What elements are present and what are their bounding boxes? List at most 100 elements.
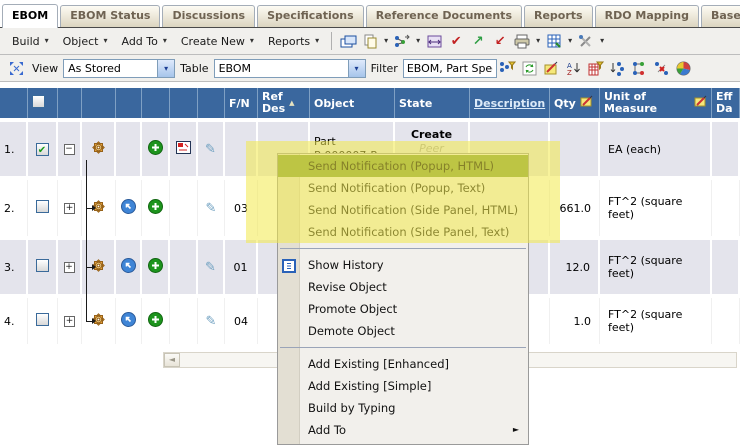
header-select-all — [28, 88, 58, 118]
row-number: 1. — [0, 122, 28, 176]
filter-structure-icon[interactable] — [498, 59, 518, 78]
structure-tree-icon[interactable] — [630, 59, 650, 78]
refresh-icon[interactable] — [520, 59, 540, 78]
tab-specifications[interactable]: Specifications — [257, 5, 364, 27]
tab-discussions[interactable]: Discussions — [162, 5, 255, 27]
fn-cell: 01 — [225, 240, 258, 294]
chevron-down-icon[interactable]: ▾ — [597, 37, 607, 45]
menu-item-revise-object[interactable]: Revise Object — [278, 276, 528, 298]
edit-table-icon[interactable] — [542, 59, 562, 78]
build-menu-button[interactable]: Build ▾ — [5, 33, 56, 50]
menu-item-add-existing-simple[interactable]: Add Existing [Simple] — [278, 375, 528, 397]
header-qty-label: Qty — [554, 97, 576, 110]
row-number: 2. — [0, 180, 28, 236]
menu-item-build-by-typing[interactable]: Build by Typing — [278, 397, 528, 419]
submenu-arrow-icon: ► — [513, 419, 519, 441]
where-used-icon[interactable] — [176, 144, 191, 157]
edit-quill-icon[interactable]: ✎ — [205, 260, 216, 275]
row-checkbox[interactable] — [36, 259, 49, 272]
table-select[interactable]: EBOM ▾ — [214, 59, 366, 78]
assembly-gear-icon[interactable] — [90, 146, 107, 159]
header-eff-line2: Da — [716, 103, 735, 115]
tools-icon[interactable] — [576, 32, 596, 51]
row-number: 3. — [0, 240, 28, 294]
assembly-gear-icon[interactable] — [90, 205, 107, 218]
expand-toggle[interactable]: + — [64, 203, 75, 214]
new-window-icon[interactable] — [338, 32, 358, 51]
remove-filter-icon[interactable] — [586, 59, 606, 78]
expand-toggle[interactable]: + — [64, 262, 75, 273]
add-child-icon[interactable] — [148, 204, 163, 217]
tab-reports[interactable]: Reports — [524, 5, 593, 27]
menu-item-promote-object[interactable]: Promote Object — [278, 298, 528, 320]
chevron-down-icon[interactable]: ▾ — [565, 37, 575, 45]
row-checkbox[interactable] — [36, 313, 49, 326]
assembly-gear-icon[interactable] — [90, 264, 107, 277]
edit-column-icon[interactable] — [580, 95, 593, 111]
chevron-down-icon: ▾ — [250, 37, 254, 45]
copy-icon[interactable] — [360, 32, 380, 51]
pie-chart-icon[interactable] — [674, 59, 694, 78]
edit-quill-icon[interactable]: ✎ — [206, 314, 217, 329]
menu-item-label: Add To — [308, 423, 346, 437]
tab-ebom[interactable]: EBOM — [2, 4, 58, 28]
header-description-link[interactable]: Description — [474, 97, 545, 110]
tab-ebom-status[interactable]: EBOM Status — [60, 5, 160, 27]
promote-arrow-icon[interactable]: ↗ — [468, 32, 488, 51]
action-toolbar: Build ▾ Object ▾ Add To ▾ Create New ▾ R… — [0, 28, 740, 55]
header-description[interactable]: Description — [470, 88, 550, 118]
menu-item-send-notification-sidepanel-html[interactable]: Send Notification (Side Panel, HTML) — [278, 199, 528, 221]
menu-item-add-existing-enhanced[interactable]: Add Existing [Enhanced] — [278, 353, 528, 375]
add-to-menu-button[interactable]: Add To ▾ — [114, 33, 173, 50]
expand-toggle[interactable]: + — [64, 316, 75, 327]
goto-parent-icon[interactable] — [121, 263, 136, 276]
row-checkbox[interactable] — [36, 200, 49, 213]
menu-item-send-notification-sidepanel-text[interactable]: Send Notification (Side Panel, Text) — [278, 221, 528, 243]
tab-rdo-mapping[interactable]: RDO Mapping — [595, 5, 699, 27]
tab-reference-documents[interactable]: Reference Documents — [366, 5, 522, 27]
collapse-toggle[interactable]: − — [64, 144, 75, 155]
chevron-down-icon: ▾ — [315, 37, 319, 45]
add-child-icon[interactable] — [148, 145, 163, 158]
chevron-down-icon[interactable]: ▾ — [348, 60, 365, 77]
tab-baselines[interactable]: Baselines — [701, 5, 740, 27]
export-table-icon[interactable] — [544, 32, 564, 51]
edit-quill-icon[interactable]: ✎ — [205, 142, 216, 157]
create-new-menu-button[interactable]: Create New ▾ — [174, 33, 261, 50]
chevron-down-icon[interactable]: ▾ — [413, 37, 423, 45]
edit-column-icon[interactable] — [694, 95, 707, 111]
eff-date-cell — [712, 240, 740, 294]
approve-check-icon[interactable]: ✔ — [446, 32, 466, 51]
uom-cell: FT^2 (square feet) — [600, 298, 712, 344]
reports-menu-button[interactable]: Reports ▾ — [261, 33, 326, 50]
goto-parent-icon[interactable] — [121, 204, 136, 217]
structure-export-icon[interactable] — [392, 32, 412, 51]
chevron-down-icon[interactable]: ▾ — [533, 37, 543, 45]
add-child-icon[interactable] — [148, 317, 163, 330]
header-ref-des[interactable]: Ref Des ▲ — [258, 88, 310, 118]
sort-structure-icon[interactable] — [608, 59, 628, 78]
sort-az-icon[interactable]: AZ — [564, 59, 584, 78]
demote-arrow-icon[interactable]: ↙ — [490, 32, 510, 51]
row-checkbox-checked[interactable]: ✔ — [36, 143, 49, 156]
print-icon[interactable] — [512, 32, 532, 51]
menu-item-add-to[interactable]: Add To ► — [278, 419, 528, 441]
assembly-gear-icon[interactable] — [90, 318, 107, 331]
disconnect-icon[interactable] — [652, 59, 672, 78]
menu-item-send-notification-popup-text[interactable]: Send Notification (Popup, Text) — [278, 177, 528, 199]
view-select[interactable]: As Stored ▾ — [63, 59, 175, 78]
expand-all-icon[interactable] — [6, 59, 26, 78]
menu-item-send-notification-popup-html[interactable]: Send Notification (Popup, HTML) — [278, 155, 528, 177]
edit-quill-icon[interactable]: ✎ — [206, 201, 217, 216]
chevron-down-icon[interactable]: ▾ — [157, 60, 174, 77]
menu-item-demote-object[interactable]: Demote Object — [278, 320, 528, 342]
compare-icon[interactable] — [424, 32, 444, 51]
goto-parent-icon[interactable] — [121, 317, 136, 330]
add-child-icon[interactable] — [148, 263, 163, 276]
chevron-down-icon[interactable]: ▾ — [381, 37, 391, 45]
filter-input[interactable] — [403, 59, 497, 78]
select-all-checkbox[interactable] — [32, 95, 45, 108]
object-menu-button[interactable]: Object ▾ — [56, 33, 115, 50]
scroll-left-button[interactable]: ◄ — [164, 353, 180, 367]
menu-item-show-history[interactable]: Show History — [278, 254, 528, 276]
